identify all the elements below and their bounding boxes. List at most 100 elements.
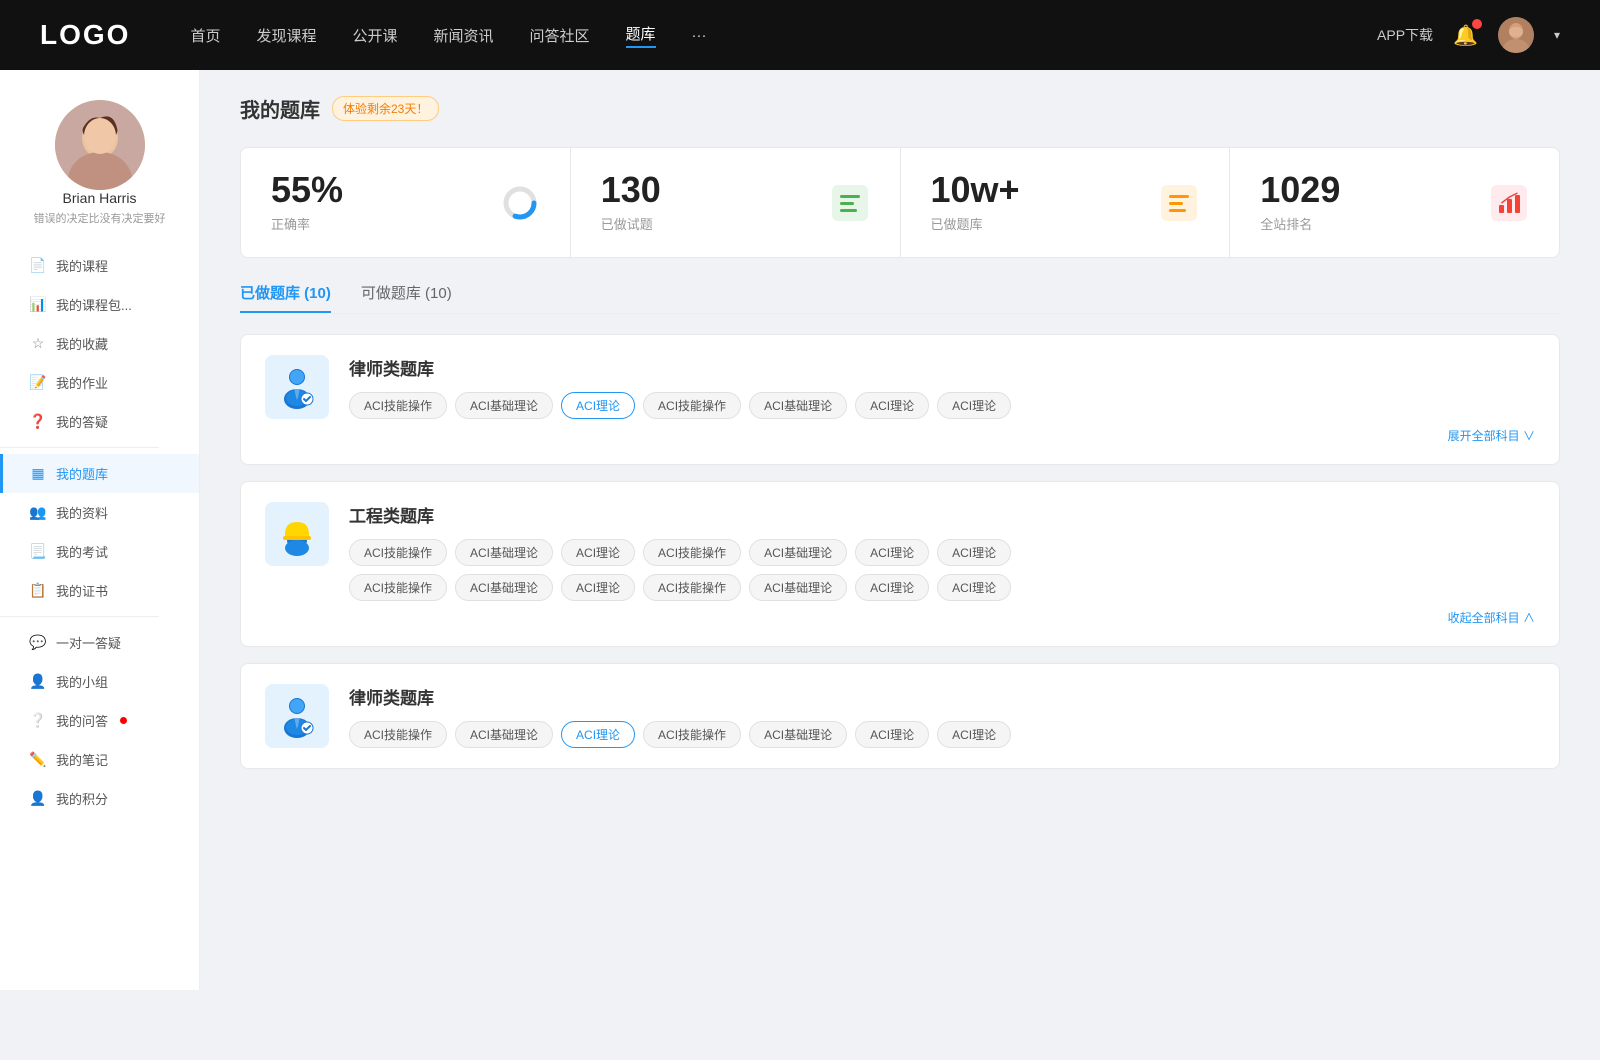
tag-eng2-2[interactable]: ACI理论 bbox=[561, 574, 635, 601]
nav-qa[interactable]: 问答社区 bbox=[530, 25, 590, 46]
sidebar-item-qbank[interactable]: ▦ 我的题库 bbox=[0, 454, 199, 493]
nav-more[interactable]: ··· bbox=[692, 27, 707, 44]
question-icon: ❔ bbox=[30, 713, 46, 729]
tag-lawyer1-0[interactable]: ACI技能操作 bbox=[349, 392, 447, 419]
qbank-engineering-name: 工程类题库 bbox=[349, 502, 1535, 527]
tag-lawyer1-2[interactable]: ACI理论 bbox=[561, 392, 635, 419]
tab-done[interactable]: 已做题库 (10) bbox=[240, 282, 331, 313]
tag-eng2-1[interactable]: ACI基础理论 bbox=[455, 574, 553, 601]
nav-menu: 首页 发现课程 公开课 新闻资讯 问答社区 题库 ··· bbox=[190, 23, 1377, 48]
tag-eng-6[interactable]: ACI理论 bbox=[937, 539, 1011, 566]
sidebar-username: Brian Harris bbox=[63, 190, 137, 206]
tag-eng-3[interactable]: ACI技能操作 bbox=[643, 539, 741, 566]
sidebar-item-my-course[interactable]: 📄 我的课程 bbox=[0, 246, 199, 285]
qbank-lawyer2-name: 律师类题库 bbox=[349, 684, 1535, 709]
donut-chart-svg bbox=[501, 184, 539, 222]
qbank-engineering-tags: ACI技能操作 ACI基础理论 ACI理论 ACI技能操作 ACI基础理论 AC… bbox=[349, 539, 1535, 566]
nav-open-course[interactable]: 公开课 bbox=[352, 25, 397, 46]
nav-qbank[interactable]: 题库 bbox=[626, 23, 656, 48]
tag-eng2-3[interactable]: ACI技能操作 bbox=[643, 574, 741, 601]
question-dot-badge bbox=[120, 717, 127, 724]
tag-lawyer1-1[interactable]: ACI基础理论 bbox=[455, 392, 553, 419]
qbank-engineering-tags-row2: ACI技能操作 ACI基础理论 ACI理论 ACI技能操作 ACI基础理论 AC… bbox=[349, 574, 1535, 601]
tag-lawyer2-2[interactable]: ACI理论 bbox=[561, 721, 635, 748]
stat-accuracy: 55% 正确率 bbox=[241, 148, 571, 257]
sidebar-label-course-package: 我的课程包... bbox=[56, 295, 132, 314]
stat-banks-done-label: 已做题库 bbox=[931, 214, 1144, 233]
app-download-link[interactable]: APP下载 bbox=[1377, 25, 1433, 45]
tag-eng-2[interactable]: ACI理论 bbox=[561, 539, 635, 566]
user-menu-chevron[interactable]: ▾ bbox=[1554, 28, 1560, 42]
navbar-right: APP下载 🔔 ▾ bbox=[1377, 17, 1560, 53]
qbank-lawyer2-info: 律师类题库 ACI技能操作 ACI基础理论 ACI理论 ACI技能操作 ACI基… bbox=[349, 684, 1535, 748]
sidebar-label-points: 我的积分 bbox=[56, 789, 108, 808]
qbank-card-lawyer1-header: 律师类题库 ACI技能操作 ACI基础理论 ACI理论 ACI技能操作 ACI基… bbox=[265, 355, 1535, 444]
tag-lawyer1-4[interactable]: ACI基础理论 bbox=[749, 392, 847, 419]
sidebar-motto: 错误的决定比没有决定要好 bbox=[24, 210, 176, 226]
engineer-svg bbox=[275, 512, 319, 556]
edit-icon: 📝 bbox=[30, 375, 46, 391]
sidebar-item-qa[interactable]: ❓ 我的答疑 bbox=[0, 402, 199, 441]
expand-lawyer1-link[interactable]: 展开全部科目 ∨ bbox=[349, 427, 1535, 444]
sidebar-item-notes[interactable]: ✏️ 我的笔记 bbox=[0, 740, 199, 779]
tab-available[interactable]: 可做题库 (10) bbox=[361, 282, 452, 313]
sidebar-item-favorites[interactable]: ☆ 我的收藏 bbox=[0, 324, 199, 363]
sidebar-item-questions[interactable]: ❔ 我的问答 bbox=[0, 701, 199, 740]
tag-eng-1[interactable]: ACI基础理论 bbox=[455, 539, 553, 566]
logo[interactable]: LOGO bbox=[40, 19, 130, 51]
group-icon: 👤 bbox=[30, 674, 46, 690]
tag-lawyer1-5[interactable]: ACI理论 bbox=[855, 392, 929, 419]
sidebar-label-materials: 我的资料 bbox=[56, 503, 108, 522]
sidebar-item-group[interactable]: 👤 我的小组 bbox=[0, 662, 199, 701]
stat-questions-done: 130 已做试题 bbox=[571, 148, 901, 257]
stat-questions-done-number: 130 bbox=[601, 172, 814, 208]
sidebar-divider-2 bbox=[0, 616, 159, 617]
sidebar-item-1on1[interactable]: 💬 一对一答疑 bbox=[0, 623, 199, 662]
sidebar-item-exam[interactable]: 📃 我的考试 bbox=[0, 532, 199, 571]
qbank-lawyer1-name: 律师类题库 bbox=[349, 355, 1535, 380]
notification-bell[interactable]: 🔔 bbox=[1453, 23, 1478, 48]
stat-banks-done: 10w+ 已做题库 bbox=[901, 148, 1231, 257]
tag-eng-5[interactable]: ACI理论 bbox=[855, 539, 929, 566]
sidebar-item-homework[interactable]: 📝 我的作业 bbox=[0, 363, 199, 402]
tag-eng2-0[interactable]: ACI技能操作 bbox=[349, 574, 447, 601]
tag-lawyer2-5[interactable]: ACI理论 bbox=[855, 721, 929, 748]
tag-lawyer2-3[interactable]: ACI技能操作 bbox=[643, 721, 741, 748]
user-avatar-nav[interactable] bbox=[1498, 17, 1534, 53]
sidebar-label-favorites: 我的收藏 bbox=[56, 334, 108, 353]
sidebar-label-qbank: 我的题库 bbox=[56, 464, 108, 483]
nav-news[interactable]: 新闻资讯 bbox=[434, 25, 494, 46]
tag-eng2-5[interactable]: ACI理论 bbox=[855, 574, 929, 601]
tag-eng-0[interactable]: ACI技能操作 bbox=[349, 539, 447, 566]
sidebar-label-homework: 我的作业 bbox=[56, 373, 108, 392]
chat-icon: 💬 bbox=[30, 635, 46, 651]
tag-lawyer2-0[interactable]: ACI技能操作 bbox=[349, 721, 447, 748]
document-icon: 📃 bbox=[30, 544, 46, 560]
page-title: 我的题库 bbox=[240, 94, 320, 123]
lawyer-icon bbox=[265, 355, 329, 419]
nav-discover[interactable]: 发现课程 bbox=[256, 25, 316, 46]
tag-eng2-4[interactable]: ACI基础理论 bbox=[749, 574, 847, 601]
sidebar-item-materials[interactable]: 👥 我的资料 bbox=[0, 493, 199, 532]
qbank-lawyer1-tags: ACI技能操作 ACI基础理论 ACI理论 ACI技能操作 ACI基础理论 AC… bbox=[349, 392, 1535, 419]
main-layout: Brian Harris 错误的决定比没有决定要好 📄 我的课程 📊 我的课程包… bbox=[0, 70, 1600, 990]
lawyer-svg bbox=[275, 365, 319, 409]
qbank-card-engineering: 工程类题库 ACI技能操作 ACI基础理论 ACI理论 ACI技能操作 ACI基… bbox=[240, 481, 1560, 647]
note-icon: ✏️ bbox=[30, 752, 46, 768]
tag-lawyer2-1[interactable]: ACI基础理论 bbox=[455, 721, 553, 748]
sidebar-item-points[interactable]: 👤 我的积分 bbox=[0, 779, 199, 818]
tag-eng2-6[interactable]: ACI理论 bbox=[937, 574, 1011, 601]
tag-lawyer1-6[interactable]: ACI理论 bbox=[937, 392, 1011, 419]
tag-lawyer2-6[interactable]: ACI理论 bbox=[937, 721, 1011, 748]
qbank-lawyer2-tags: ACI技能操作 ACI基础理论 ACI理论 ACI技能操作 ACI基础理论 AC… bbox=[349, 721, 1535, 748]
stat-accuracy-number: 55% bbox=[271, 172, 484, 208]
nav-home[interactable]: 首页 bbox=[190, 25, 220, 46]
sidebar-item-course-package[interactable]: 📊 我的课程包... bbox=[0, 285, 199, 324]
stat-site-rank: 1029 全站排名 bbox=[1230, 148, 1559, 257]
tag-eng-4[interactable]: ACI基础理论 bbox=[749, 539, 847, 566]
sidebar-label-exam: 我的考试 bbox=[56, 542, 108, 561]
tag-lawyer1-3[interactable]: ACI技能操作 bbox=[643, 392, 741, 419]
tag-lawyer2-4[interactable]: ACI基础理论 bbox=[749, 721, 847, 748]
collapse-engineering-link[interactable]: 收起全部科目 ∧ bbox=[349, 609, 1535, 626]
sidebar-item-certificate[interactable]: 📋 我的证书 bbox=[0, 571, 199, 610]
